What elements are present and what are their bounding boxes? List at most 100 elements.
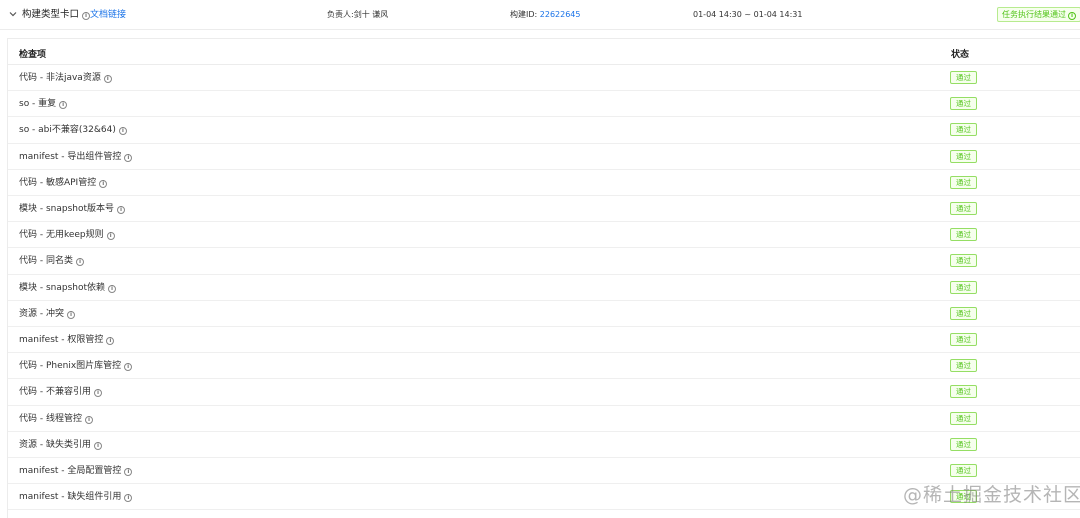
check-item-label: 代码 - 同名类 [19,256,73,267]
column-header-check-item: 检查项 [19,50,47,60]
check-item-label: 代码 - Phenix图片库管控 [19,361,122,372]
time-range: 01-04 14:30 ~ 01-04 14:31 [693,10,803,19]
check-item-label: 模块 - snapshot版本号 [19,204,115,214]
info-circle-icon[interactable]: i [106,232,115,241]
status-badge: 通过 [950,254,977,268]
check-item-name: manifest - 缺失组件引用 i [19,491,133,503]
watermark: @稀土掘金技术社区 [903,484,1080,506]
build-id-label: 构建ID: [510,10,540,19]
check-item-name: 模块 - snapshot依赖 i [19,282,117,294]
info-circle-icon[interactable]: i [99,179,108,188]
status-badge: 通过 [950,149,977,163]
result-badge-text: 任务执行结果通过 [1002,10,1066,19]
check-item-label: manifest - 导出组件管控 [19,151,122,162]
status-badge: 通过 [950,437,977,451]
table-row: manifest - 权限管控 i 通过 [8,327,1080,354]
status-badge: 通过 [950,175,977,189]
status-badge: 通过 [950,71,977,84]
check-item-label: 代码 - 非法java资源 [19,73,101,83]
status-badge: 通过 [950,411,977,425]
check-item-name: 资源 - 冲突 i [19,308,75,320]
check-item-label: 代码 - 敏感API管控 [19,177,97,188]
result-badge: 任务执行结果通过 i [997,7,1080,22]
info-circle-icon[interactable]: i [108,284,117,293]
table-row: 模块 - snapshot版本号 i 通过 [8,196,1080,223]
status-badge: 通过 [950,202,977,215]
status-badge: 通过 [950,464,977,477]
check-item-label: manifest - 权限管控 [19,335,104,345]
info-circle-icon[interactable]: i [118,127,127,136]
table-row: 代码 - 敏感API管控 i 通过 [8,170,1080,196]
table-row: 代码 - 线程管控 i 通过 [8,406,1080,432]
info-circle-icon[interactable]: i [82,12,91,20]
check-item-label: 模块 - snapshot依赖 [19,282,106,293]
table-row: 代码 - 同名类 i 通过 [8,248,1080,275]
info-circle-icon[interactable]: i [124,153,133,162]
table-row: 代码 - Phenix图片库管控 i 通过 [8,353,1080,380]
check-table: 检查项 状态 代码 - 非法java资源 i 通过 so - 重复 i 通过 so - ab… [7,38,1080,518]
info-circle-icon[interactable]: i [124,468,133,476]
info-circle-icon[interactable]: i [93,441,102,450]
status-badge: 通过 [950,97,977,111]
info-circle-icon[interactable]: i [84,415,93,424]
table-row: manifest - 导出组件管控 i 通过 [8,144,1080,170]
check-item-name: manifest - 全局配置管控 i [19,465,133,477]
check-item-label: 资源 - 缺失类引用 [19,439,91,450]
table-header: 检查项 状态 [8,39,1080,65]
task-title: 构建类型卡口 i [22,9,91,21]
check-item-label: 资源 - 冲突 [19,308,64,319]
table-row: 模块 - snapshot依赖 i 通过 [8,275,1080,301]
status-badge: 通过 [950,123,977,137]
task-title-text: 构建类型卡口 [22,9,80,20]
status-badge: 通过 [950,280,977,294]
check-item-name: 代码 - 无用keep规则 i [19,229,115,241]
check-item-label: so - abi不兼容(32&64) [19,125,116,136]
check-item-name: 代码 - Phenix图片库管控 i [19,360,133,372]
table-row: 资源 - 缺失类引用 i 通过 [8,432,1080,458]
check-item-name: so - 重复 i [19,98,68,110]
check-item-label: manifest - 全局配置管控 [19,466,122,476]
chevron-down-icon[interactable] [7,8,19,20]
check-item-label: 代码 - 不兼容引用 [19,387,91,398]
status-badge: 通过 [950,306,977,320]
check-item-name: 代码 - 不兼容引用 i [19,386,102,398]
info-circle-icon[interactable]: i [66,310,75,319]
table-row: so - abi不兼容(32&64) i 通过 [8,117,1080,144]
status-badge: 通过 [950,333,977,346]
info-circle-icon[interactable]: i [117,206,126,214]
status-badge: 通过 [950,359,977,373]
check-item-label: manifest - 缺失组件引用 [19,492,122,503]
table-row: 代码 - 非法java资源 i 通过 [8,65,1080,92]
check-item-label: so - 重复 [19,99,57,110]
check-item-label: 代码 - 线程管控 [19,413,82,424]
table-row: so - 重复 i 通过 [8,91,1080,118]
check-item-name: 代码 - 同名类 i [19,255,84,267]
column-header-status: 状态 [951,50,970,60]
check-item-name: 代码 - 线程管控 i [19,413,93,425]
status-badge: 通过 [950,228,977,242]
table-row: 资源 - 冲突 i 通过 [8,301,1080,327]
info-circle-icon[interactable]: i [1068,12,1076,20]
check-item-name: 代码 - 非法java资源 i [19,72,112,84]
build-id-link[interactable]: 22622645 [540,10,581,19]
check-item-name: 资源 - 缺失类引用 i [19,439,102,451]
doc-link[interactable]: 文档链接 [90,9,126,21]
info-circle-icon[interactable]: i [59,101,68,110]
info-circle-icon[interactable]: i [124,494,133,503]
check-item-name: so - abi不兼容(32&64) i [19,124,127,136]
check-item-name: 模块 - snapshot版本号 i [19,203,126,215]
table-row: 代码 - 无用keep规则 i 通过 [8,222,1080,249]
table-row: 代码 - 不兼容引用 i 通过 [8,379,1080,406]
owner-text: 负责人:剑十 谦风 [327,10,389,19]
info-circle-icon[interactable]: i [93,389,102,398]
info-circle-icon[interactable]: i [75,258,84,267]
check-item-name: manifest - 权限管控 i [19,334,115,346]
task-header: 构建类型卡口 i 文档链接 负责人:剑十 谦风 构建ID: 22622645 01… [0,0,1080,30]
info-circle-icon[interactable]: i [106,337,115,345]
build-id: 构建ID: 22622645 [510,9,580,21]
check-item-label: 代码 - 无用keep规则 [19,230,104,241]
check-item-name: manifest - 导出组件管控 i [19,151,133,163]
info-circle-icon[interactable]: i [124,363,133,372]
check-item-name: 代码 - 敏感API管控 i [19,177,108,189]
info-circle-icon[interactable]: i [103,75,112,83]
